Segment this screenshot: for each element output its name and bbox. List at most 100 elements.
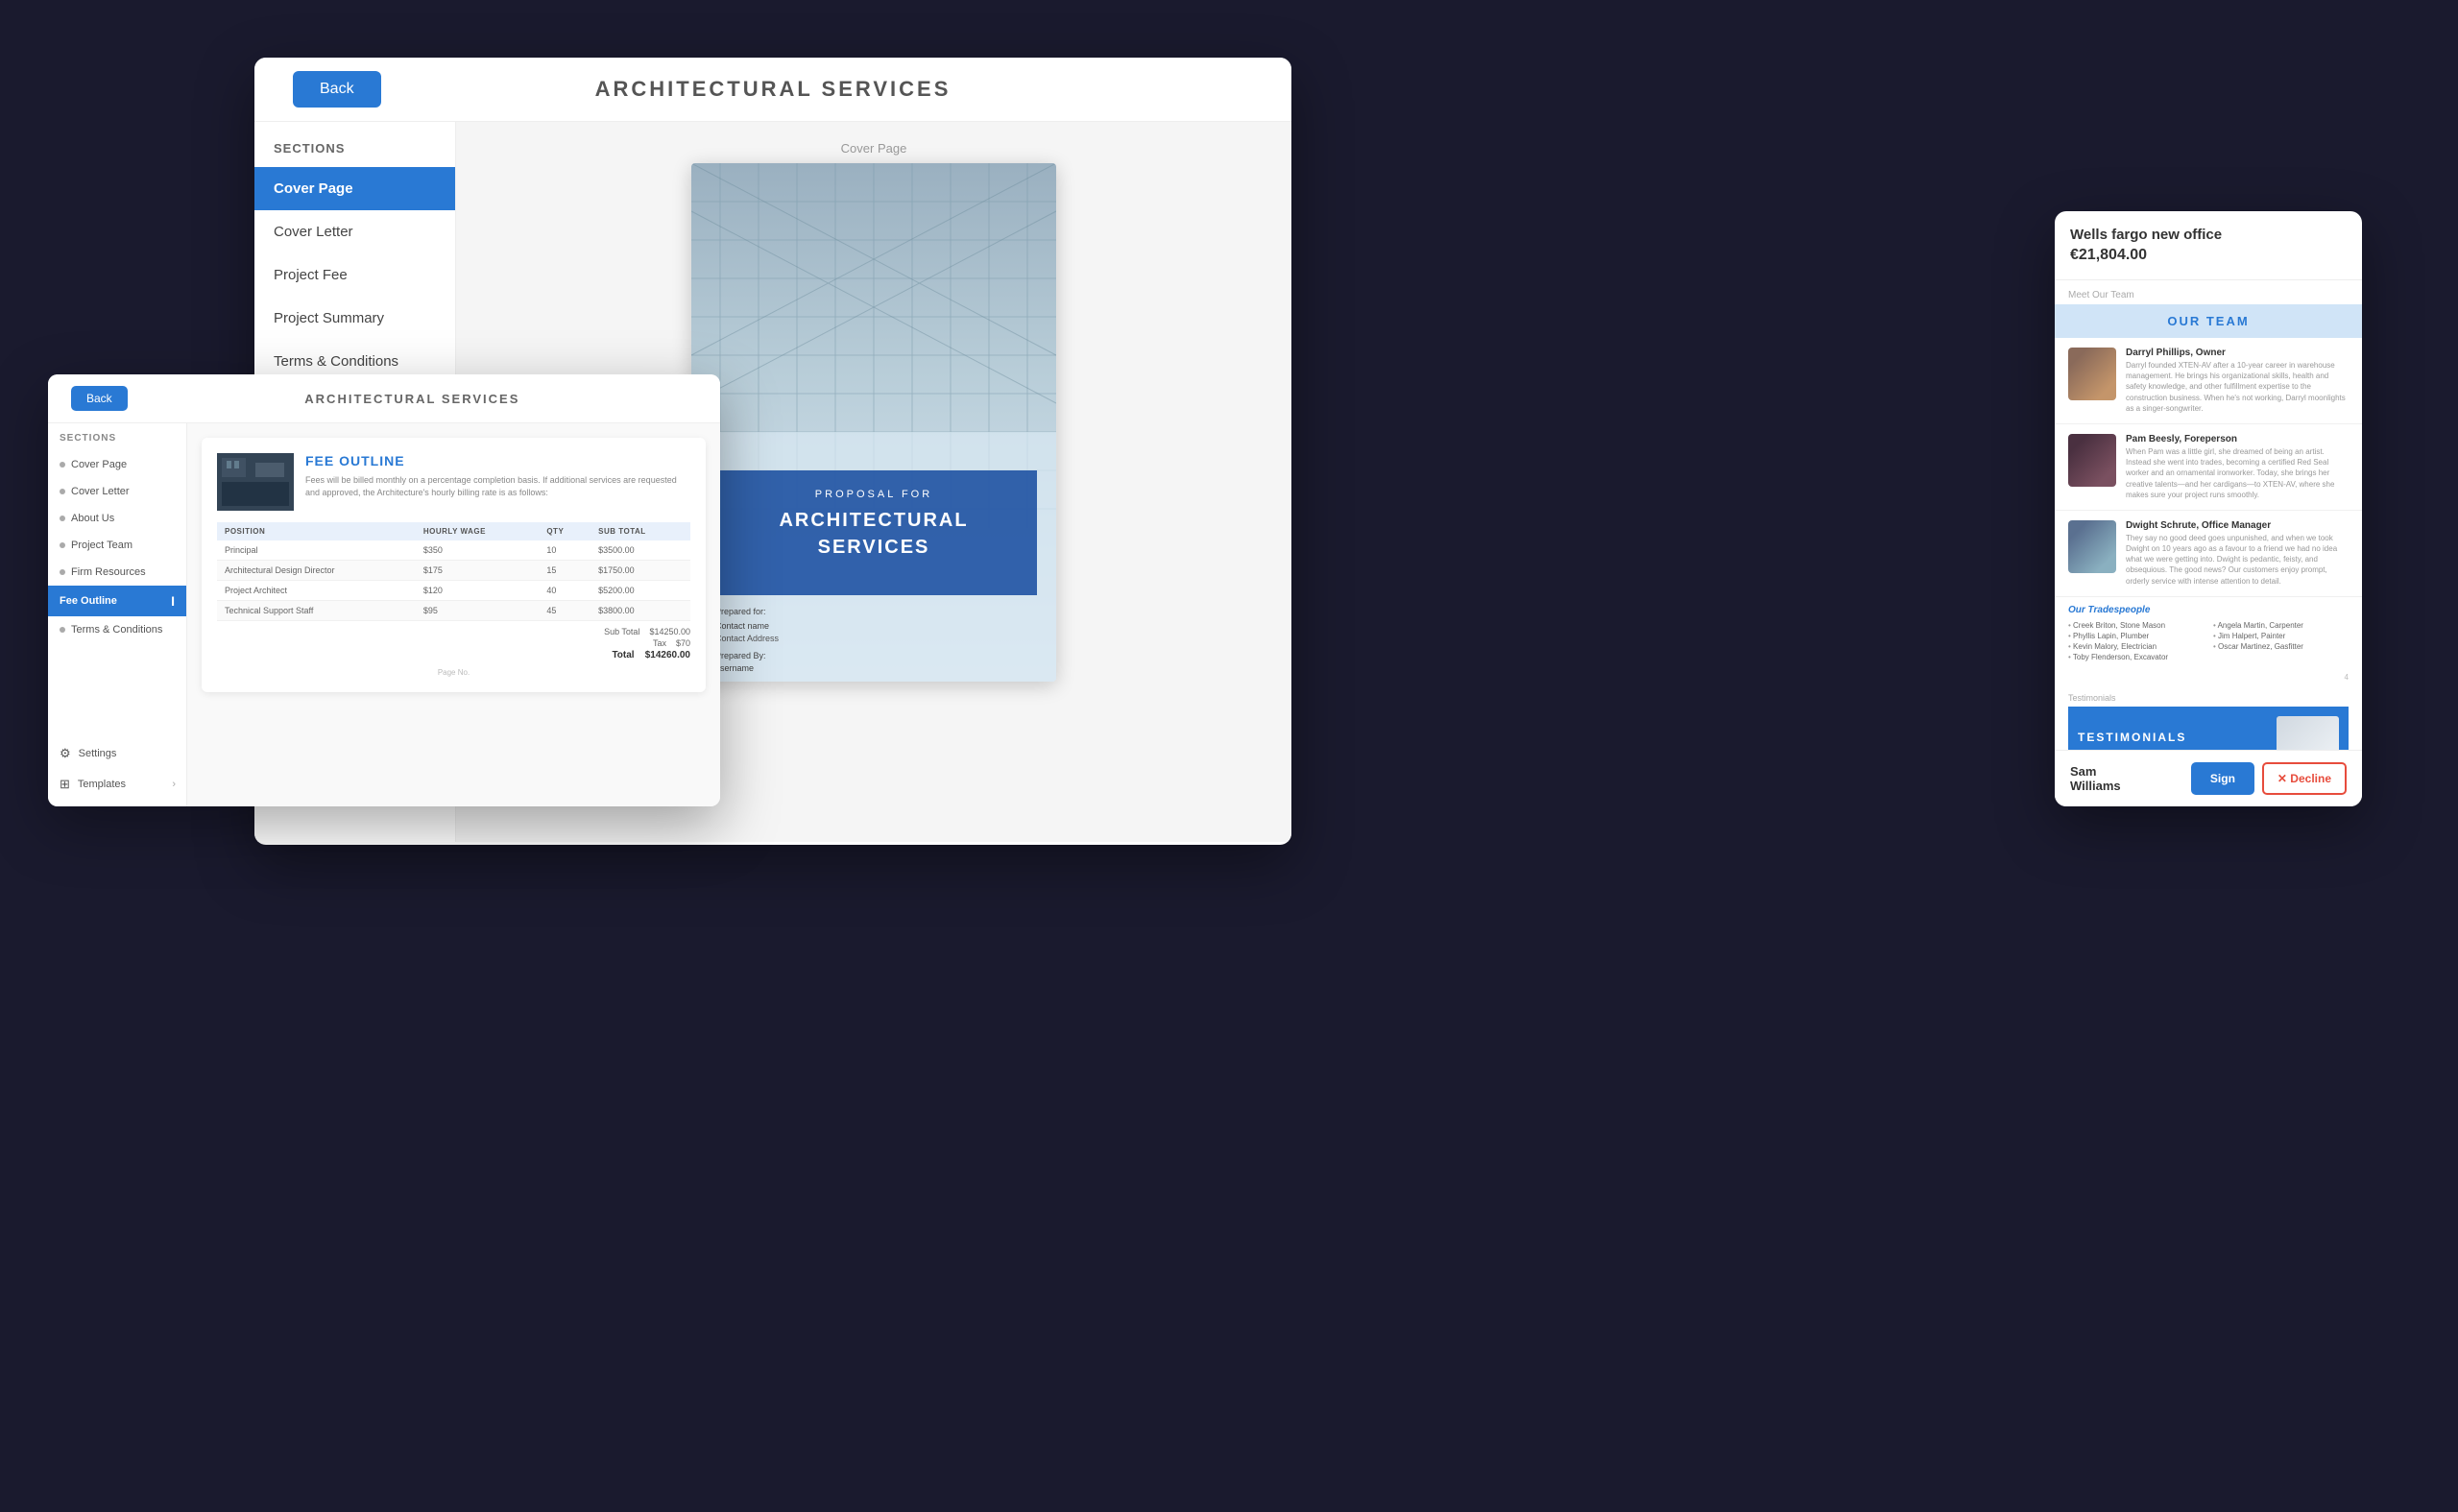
cell: $120 (416, 581, 539, 601)
tax-label: Tax (653, 638, 666, 648)
cover-page-label: Cover Page (841, 141, 907, 163)
arch-bg-svg: PROPOSAL FOR ARCHITECTURAL SERVICES Prep… (691, 163, 1056, 682)
table-row: Project Architect $120 40 $5200.00 (217, 581, 690, 601)
second-sidebar-fee-outline[interactable]: Fee Outline I (48, 586, 186, 616)
main-back-button[interactable]: Back (293, 71, 381, 108)
templates-item[interactable]: ⊞ Templates › (48, 769, 187, 800)
table-row: Principal $350 10 $3500.00 (217, 540, 690, 561)
testimonials-image (2277, 716, 2339, 750)
fee-table: POSITION HOURLY WAGE QTY SUB TOTAL Princ… (217, 522, 690, 621)
sidebar-item-project-fee[interactable]: Project Fee (254, 253, 455, 297)
tradespeople-section: Our Tradespeople Creek Briton, Stone Mas… (2055, 597, 2362, 669)
cell: $3500.00 (590, 540, 690, 561)
fee-title-block: FEE OUTLINE Fees will be billed monthly … (305, 453, 690, 511)
cell: $1750.00 (590, 561, 690, 581)
svg-text:Contact Address: Contact Address (715, 634, 780, 643)
cell: Project Architect (217, 581, 416, 601)
fee-outline-title: FEE OUTLINE (305, 453, 690, 468)
member-desc-dwight: They say no good deed goes unpunished, a… (2126, 533, 2349, 587)
tax-value: $70 (676, 638, 690, 648)
decline-button[interactable]: ✕ Decline (2262, 762, 2347, 795)
sign-button[interactable]: Sign (2191, 762, 2254, 795)
col-subtotal: SUB TOTAL (590, 522, 690, 540)
avatar-dwight (2068, 520, 2116, 573)
main-header: Back ARCHITECTURAL SERVICES (254, 58, 1291, 122)
settings-label: Settings (79, 748, 117, 759)
signer-name: SamWilliams (2070, 764, 2121, 793)
subtotal-row: Sub Total $14250.00 (217, 627, 690, 636)
list-item: Toby Flenderson, Excavator (2068, 653, 2204, 661)
second-header: Back ARCHITECTURAL SERVICES (48, 374, 720, 423)
sidebar-bottom-items: ⚙ Settings ⊞ Templates › (48, 738, 187, 800)
cell: $3800.00 (590, 601, 690, 621)
gear-icon: ⚙ (60, 746, 71, 761)
svg-text:ARCHITECTURAL: ARCHITECTURAL (779, 510, 968, 531)
second-sidebar-firm-resources[interactable]: Firm Resources (48, 559, 186, 586)
project-header: Wells fargo new office €21,804.00 (2055, 211, 2362, 280)
fee-outline-header: FEE OUTLINE Fees will be billed monthly … (217, 453, 690, 511)
tax-row: Tax $70 (217, 638, 690, 648)
col-position: POSITION (217, 522, 416, 540)
sidebar-item-project-summary[interactable]: Project Summary (254, 297, 455, 340)
table-row: Architectural Design Director $175 15 $1… (217, 561, 690, 581)
settings-item[interactable]: ⚙ Settings (48, 738, 187, 769)
grid-icon: ⊞ (60, 777, 70, 792)
cell: Principal (217, 540, 416, 561)
list-item: Phyllis Lapin, Plumber (2068, 632, 2204, 640)
main-title: ARCHITECTURAL SERVICES (293, 77, 1253, 102)
second-sidebar-project-team[interactable]: Project Team (48, 532, 186, 559)
third-window: Wells fargo new office €21,804.00 Meet O… (2055, 211, 2362, 806)
second-sidebar-cover-letter[interactable]: Cover Letter (48, 478, 186, 505)
dot-icon (60, 542, 65, 548)
second-sidebar: SECTIONS Cover Page Cover Letter About U… (48, 423, 187, 806)
subtotal-value: $14250.00 (649, 627, 690, 636)
second-sections-label: SECTIONS (48, 433, 186, 451)
cell: $95 (416, 601, 539, 621)
tradespeople-title: Our Tradespeople (2068, 605, 2349, 615)
fee-outline-card: FEE OUTLINE Fees will be billed monthly … (202, 438, 706, 692)
second-title: ARCHITECTURAL SERVICES (128, 392, 697, 406)
fee-image (217, 453, 294, 511)
second-window: Back ARCHITECTURAL SERVICES SECTIONS Cov… (48, 374, 720, 806)
member-name-darryl: Darryl Phillips, Owner (2126, 348, 2349, 358)
team-content: Meet Our Team OUR TEAM Darryl Phillips, … (2055, 280, 2362, 750)
fee-outline-desc: Fees will be billed monthly on a percent… (305, 474, 690, 498)
list-item: Angela Martin, Carpenter (2213, 621, 2349, 630)
second-sidebar-cover-page[interactable]: Cover Page (48, 451, 186, 478)
fee-totals: Sub Total $14250.00 Tax $70 Total $14260… (217, 627, 690, 660)
list-item: Kevin Malory, Electrician (2068, 642, 2204, 651)
team-member-pam: Pam Beesly, Foreperson When Pam was a li… (2055, 424, 2362, 511)
svg-text:SERVICES: SERVICES (818, 537, 930, 558)
testimonials-banner: TESTIMONIALS (2068, 707, 2349, 750)
sidebar-item-cover-letter[interactable]: Cover Letter (254, 210, 455, 253)
col-hourly: HOURLY WAGE (416, 522, 539, 540)
cover-page-container: Cover Page (691, 141, 1056, 682)
dot-icon (60, 462, 65, 468)
cell: 45 (539, 601, 590, 621)
second-sidebar-about-us[interactable]: About Us (48, 505, 186, 532)
testimonials-label: Testimonials (2068, 693, 2349, 703)
second-back-button[interactable]: Back (71, 386, 128, 411)
team-info-pam: Pam Beesly, Foreperson When Pam was a li… (2126, 434, 2349, 500)
svg-text:username: username (715, 663, 754, 673)
total-row: Total $14260.00 (217, 650, 690, 660)
member-desc-darryl: Darryl founded XTEN-AV after a 10-year c… (2126, 360, 2349, 414)
cover-page: PROPOSAL FOR ARCHITECTURAL SERVICES Prep… (691, 163, 1056, 682)
sections-label: SECTIONS (254, 141, 455, 167)
fee-img-svg (217, 453, 294, 511)
testimonials-title: TESTIMONIALS (2078, 731, 2186, 744)
templates-label: Templates (78, 779, 126, 790)
list-item: Jim Halpert, Painter (2213, 632, 2349, 640)
footer-buttons: Sign ✕ Decline (2191, 762, 2347, 795)
cell: 10 (539, 540, 590, 561)
sidebar-item-cover-page[interactable]: Cover Page (254, 167, 455, 210)
member-desc-pam: When Pam was a little girl, she dreamed … (2126, 446, 2349, 500)
second-sidebar-terms[interactable]: Terms & Conditions (48, 616, 186, 643)
second-body: SECTIONS Cover Page Cover Letter About U… (48, 423, 720, 806)
team-member-darryl: Darryl Phillips, Owner Darryl founded XT… (2055, 338, 2362, 424)
meet-team-label: Meet Our Team (2055, 280, 2362, 304)
cell: Architectural Design Director (217, 561, 416, 581)
total-label: Total (612, 650, 634, 660)
cell: $5200.00 (590, 581, 690, 601)
svg-text:Contact name: Contact name (715, 621, 769, 631)
